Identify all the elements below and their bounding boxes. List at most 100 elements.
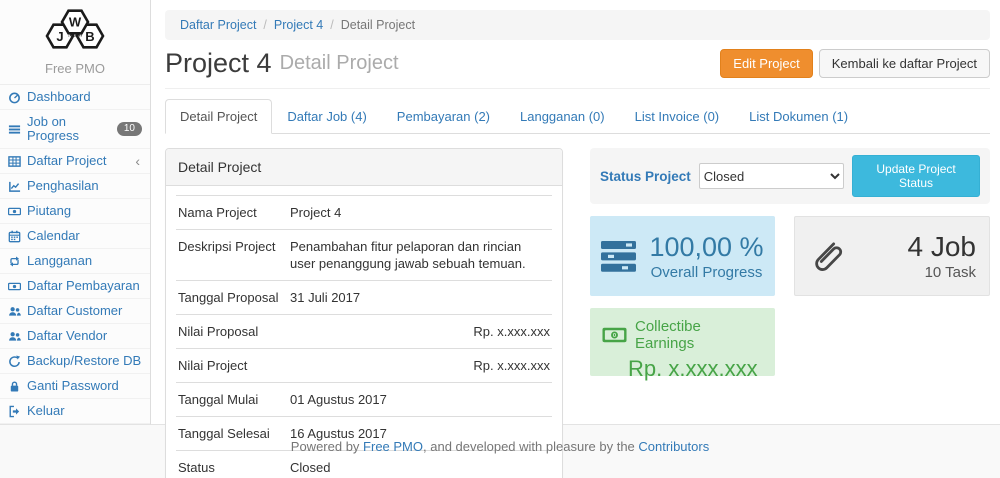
page-subtitle: Detail Project	[280, 52, 399, 75]
detail-row-label: Deskripsi Project	[176, 230, 288, 281]
lock-icon	[8, 380, 21, 393]
breadcrumb-item-project-4[interactable]: Project 4	[274, 18, 323, 32]
detail-row-nama-project: Nama ProjectProject 4	[176, 196, 552, 230]
collectible-earnings-card: Collectibe Earnings Rp. x.xxx.xxx	[590, 308, 775, 376]
detail-row-label: Status	[176, 451, 288, 478]
sidebar-item-daftar-customer[interactable]: Daftar Customer	[0, 299, 150, 324]
progress-value: 100,00 %	[649, 232, 763, 262]
brand-name: Free PMO	[0, 58, 150, 84]
sidebar-item-penghasilan[interactable]: Penghasilan	[0, 174, 150, 199]
contributors-link[interactable]: Contributors	[638, 439, 709, 454]
svg-text:J: J	[56, 29, 63, 44]
money-icon	[8, 205, 21, 218]
detail-row-label: Tanggal Proposal	[176, 281, 288, 315]
sidebar-item-label: Dashboard	[27, 90, 91, 104]
sidebar-item-label: Keluar	[27, 404, 65, 418]
right-column: Status Project Closed Update Project Sta…	[590, 148, 990, 478]
overall-progress-card: 100,00 % Overall Progress	[590, 216, 775, 296]
breadcrumb: Daftar Project/Project 4/Detail Project	[165, 10, 990, 40]
sidebar-item-job-on-progress[interactable]: Job on Progress10	[0, 110, 150, 149]
sidebar-item-backup-restore-db[interactable]: Backup/Restore DB	[0, 349, 150, 374]
tab-langganan-0[interactable]: Langganan (0)	[505, 99, 620, 134]
detail-row-value: Project 4	[288, 196, 552, 230]
table-icon	[8, 155, 21, 168]
detail-row-label: Tanggal Mulai	[176, 383, 288, 417]
breadcrumb-item-daftar-project[interactable]: Daftar Project	[180, 18, 256, 32]
sidebar-item-langganan[interactable]: Langganan	[0, 249, 150, 274]
free-pmo-link[interactable]: Free PMO	[363, 439, 423, 454]
sidebar-item-keluar[interactable]: Keluar	[0, 399, 150, 424]
sidebar-item-label: Langganan	[27, 254, 92, 268]
earnings-label: Collectibe Earnings	[635, 318, 763, 352]
sidebar-item-daftar-pembayaran[interactable]: Daftar Pembayaran	[0, 274, 150, 299]
breadcrumb-separator: /	[323, 18, 340, 32]
footer-text: , and developed with pleasure by the	[423, 439, 638, 454]
detail-row-tanggal-mulai: Tanggal Mulai01 Agustus 2017	[176, 383, 552, 417]
money-icon	[8, 280, 21, 293]
sidebar-item-dashboard[interactable]: Dashboard	[0, 85, 150, 110]
detail-row-value: 01 Agustus 2017	[288, 383, 552, 417]
chart-icon	[8, 180, 21, 193]
dashboard-icon	[8, 91, 21, 104]
panel-title: Detail Project	[166, 149, 562, 186]
users-icon	[8, 330, 21, 343]
users-icon	[8, 305, 21, 318]
detail-row-value: 31 Juli 2017	[288, 281, 552, 315]
brand-logo: W J B .com	[0, 0, 150, 58]
detail-row-status: StatusClosed	[176, 451, 552, 478]
sidebar-item-ganti-password[interactable]: Ganti Password	[0, 374, 150, 399]
detail-row-value: Rp. x.xxx.xxx	[288, 315, 552, 349]
app-window: W J B .com Free PMO Dashboard Job on Prog…	[0, 0, 1000, 478]
tab-pembayaran-2[interactable]: Pembayaran (2)	[382, 99, 505, 134]
sidebar-item-label: Daftar Customer	[27, 304, 122, 318]
tab-detail-project[interactable]: Detail Project	[165, 99, 272, 134]
jwb-hexagon-logo: W J B .com	[29, 7, 121, 53]
sidebar-item-calendar[interactable]: Calendar	[0, 224, 150, 249]
sidebar-menu: Dashboard Job on Progress10Daftar Project…	[0, 84, 150, 424]
back-to-project-list-button[interactable]: Kembali ke daftar Project	[819, 49, 990, 78]
page-title: Project 4	[165, 48, 272, 79]
detail-table: Nama ProjectProject 4Deskripsi ProjectPe…	[176, 195, 552, 478]
sidebar-item-label: Backup/Restore DB	[27, 354, 141, 368]
tab-bar: Detail ProjectDaftar Job (4)Pembayaran (…	[165, 99, 990, 134]
status-panel: Status Project Closed Update Project Sta…	[590, 148, 990, 204]
tab-list-invoice-0[interactable]: List Invoice (0)	[620, 99, 735, 134]
breadcrumb-separator: /	[256, 18, 273, 32]
sidebar-item-label: Daftar Pembayaran	[27, 279, 140, 293]
svg-text:.com: .com	[68, 33, 82, 39]
tasks-icon	[601, 241, 638, 272]
detail-row-label: Nilai Project	[176, 349, 288, 383]
detail-row-value: Penambahan fitur pelaporan dan rincian u…	[288, 230, 552, 281]
sidebar-item-daftar-project[interactable]: Daftar Project‹	[0, 149, 150, 174]
tab-list-dokumen-1[interactable]: List Dokumen (1)	[734, 99, 863, 134]
earnings-value: Rp. x.xxx.xxx	[628, 356, 763, 382]
sidebar-item-label: Piutang	[27, 204, 71, 218]
sidebar-item-daftar-vendor[interactable]: Daftar Vendor	[0, 324, 150, 349]
tab-daftar-job-4[interactable]: Daftar Job (4)	[272, 99, 381, 134]
chevron-left-icon: ‹	[135, 156, 142, 166]
calendar-icon	[8, 230, 21, 243]
banknote-icon	[602, 327, 627, 343]
edit-project-button[interactable]: Edit Project	[720, 49, 812, 78]
signout-icon	[8, 405, 21, 418]
sidebar-item-piutang[interactable]: Piutang	[0, 199, 150, 224]
detail-row-value: Closed	[288, 451, 552, 478]
refresh-icon	[8, 355, 21, 368]
jobs-card: 4 Job 10 Task	[794, 216, 990, 296]
update-project-status-button[interactable]: Update Project Status	[852, 155, 980, 197]
main-content: Daftar Project/Project 4/Detail Project …	[151, 0, 1000, 425]
breadcrumb-item-detail-project: Detail Project	[341, 18, 415, 32]
sidebar-item-label: Job on Progress	[27, 115, 111, 143]
detail-row-label: Tanggal Selesai	[176, 417, 288, 451]
detail-row-nilai-project: Nilai ProjectRp. x.xxx.xxx	[176, 349, 552, 383]
detail-row-value: Rp. x.xxx.xxx	[288, 349, 552, 383]
detail-row-label: Nama Project	[176, 196, 288, 230]
progress-label: Overall Progress	[649, 264, 763, 281]
page-header: Project 4 Detail Project Edit Project Ke…	[165, 48, 990, 89]
status-select[interactable]: Closed	[699, 163, 844, 189]
sidebar-item-label: Ganti Password	[27, 379, 119, 393]
detail-row-nilai-proposal: Nilai ProposalRp. x.xxx.xxx	[176, 315, 552, 349]
list-icon	[8, 123, 21, 136]
detail-project-panel: Detail Project Nama ProjectProject 4Desk…	[165, 148, 563, 478]
retweet-icon	[8, 255, 21, 268]
